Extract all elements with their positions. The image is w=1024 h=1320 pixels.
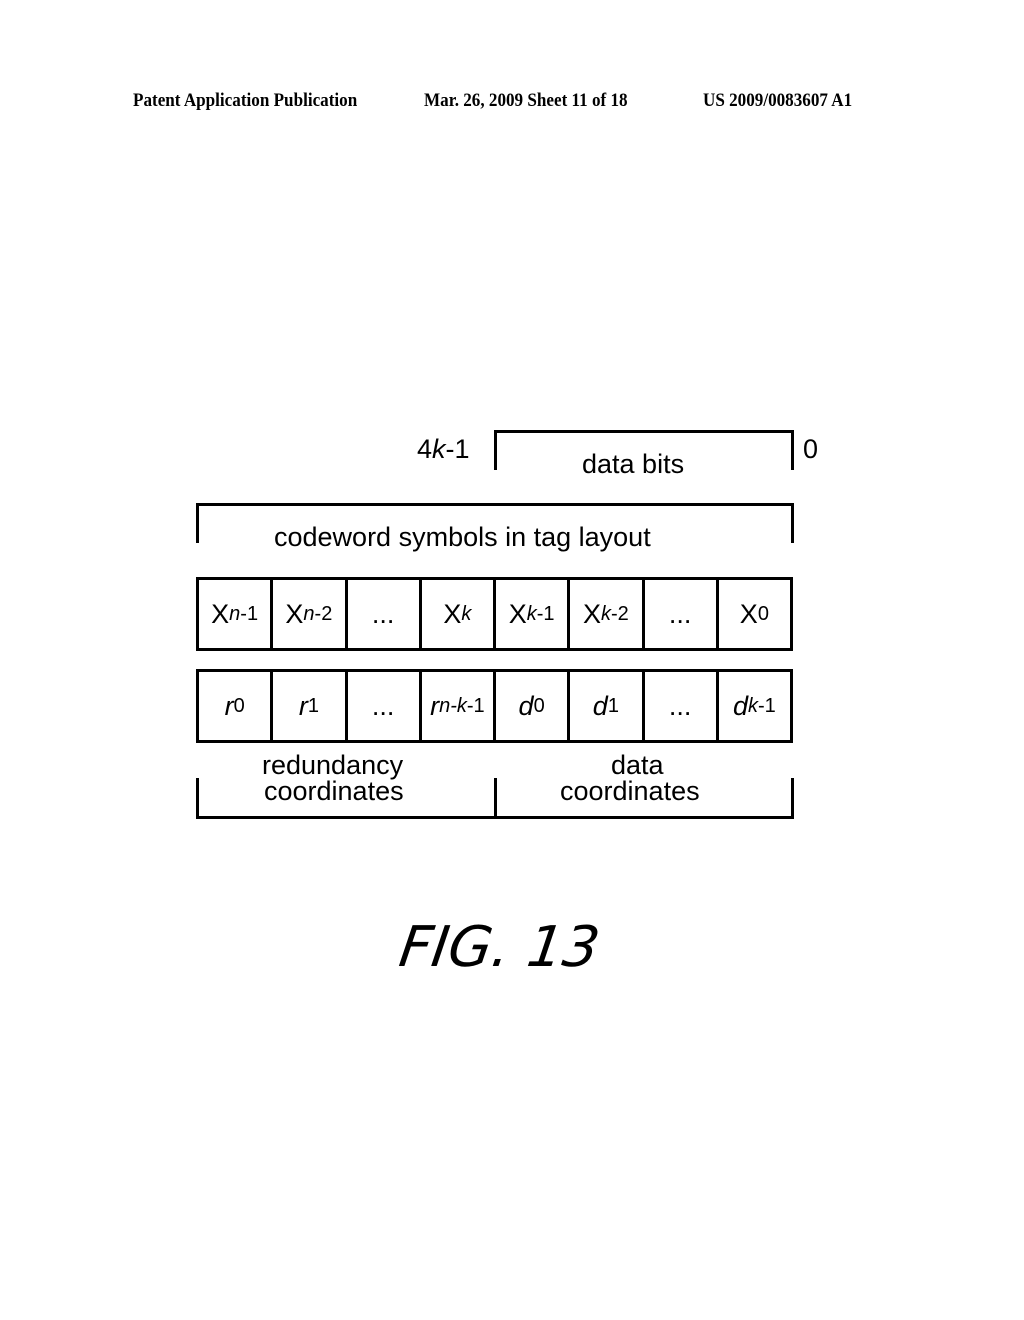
coordinate-cell: d0 [496,672,571,740]
codeword-symbol-cell: Xn-1 [199,580,274,648]
codeword-symbol-cell: Xk [422,580,496,648]
coordinate-cell: r1 [273,672,348,740]
data-bits-label: data bits [582,449,685,479]
coordinate-cell: r n-k-1 [422,672,496,740]
codeword-symbol-cell: ... [348,580,422,648]
coordinate-cell: r0 [199,672,274,740]
figure-label: FIG. 13 [395,915,604,980]
codeword-symbol-row: Xn-1 Xn-2... Xk Xk-1 Xk-2... X 0 [196,577,793,651]
header-publication: Patent Application Publication [133,90,358,111]
header-patent-number: US 2009/0083607 A1 [703,90,853,111]
codeword-symbol-cell: X0 [739,598,769,629]
coordinate-cell: d k-1 [732,690,776,721]
codeword-label: codeword symbols in tag layout [274,522,651,552]
data-bits-right-index: 0 [803,434,819,464]
header-date-sheet: Mar. 26, 2009 Sheet 11 of 18 [424,90,628,111]
redundancy-label-line2: coordinates [264,776,404,806]
codeword-symbol-cell: Xk-1 [496,580,571,648]
data-bits-left-index: 4k-1 [417,434,470,464]
codeword-symbol-cell: ... [645,580,719,648]
data-label-line2: coordinates [560,776,700,806]
coordinate-cell: ... [645,672,719,740]
coordinate-cell: d1 [570,672,645,740]
coordinate-row: r 0 r 1... r n-k-1 d 0 d 1... d k-1 [196,669,793,743]
coordinate-cell: ... [348,672,422,740]
codeword-symbol-cell: Xk-2 [570,580,645,648]
codeword-symbol-cell: Xn-2 [273,580,348,648]
